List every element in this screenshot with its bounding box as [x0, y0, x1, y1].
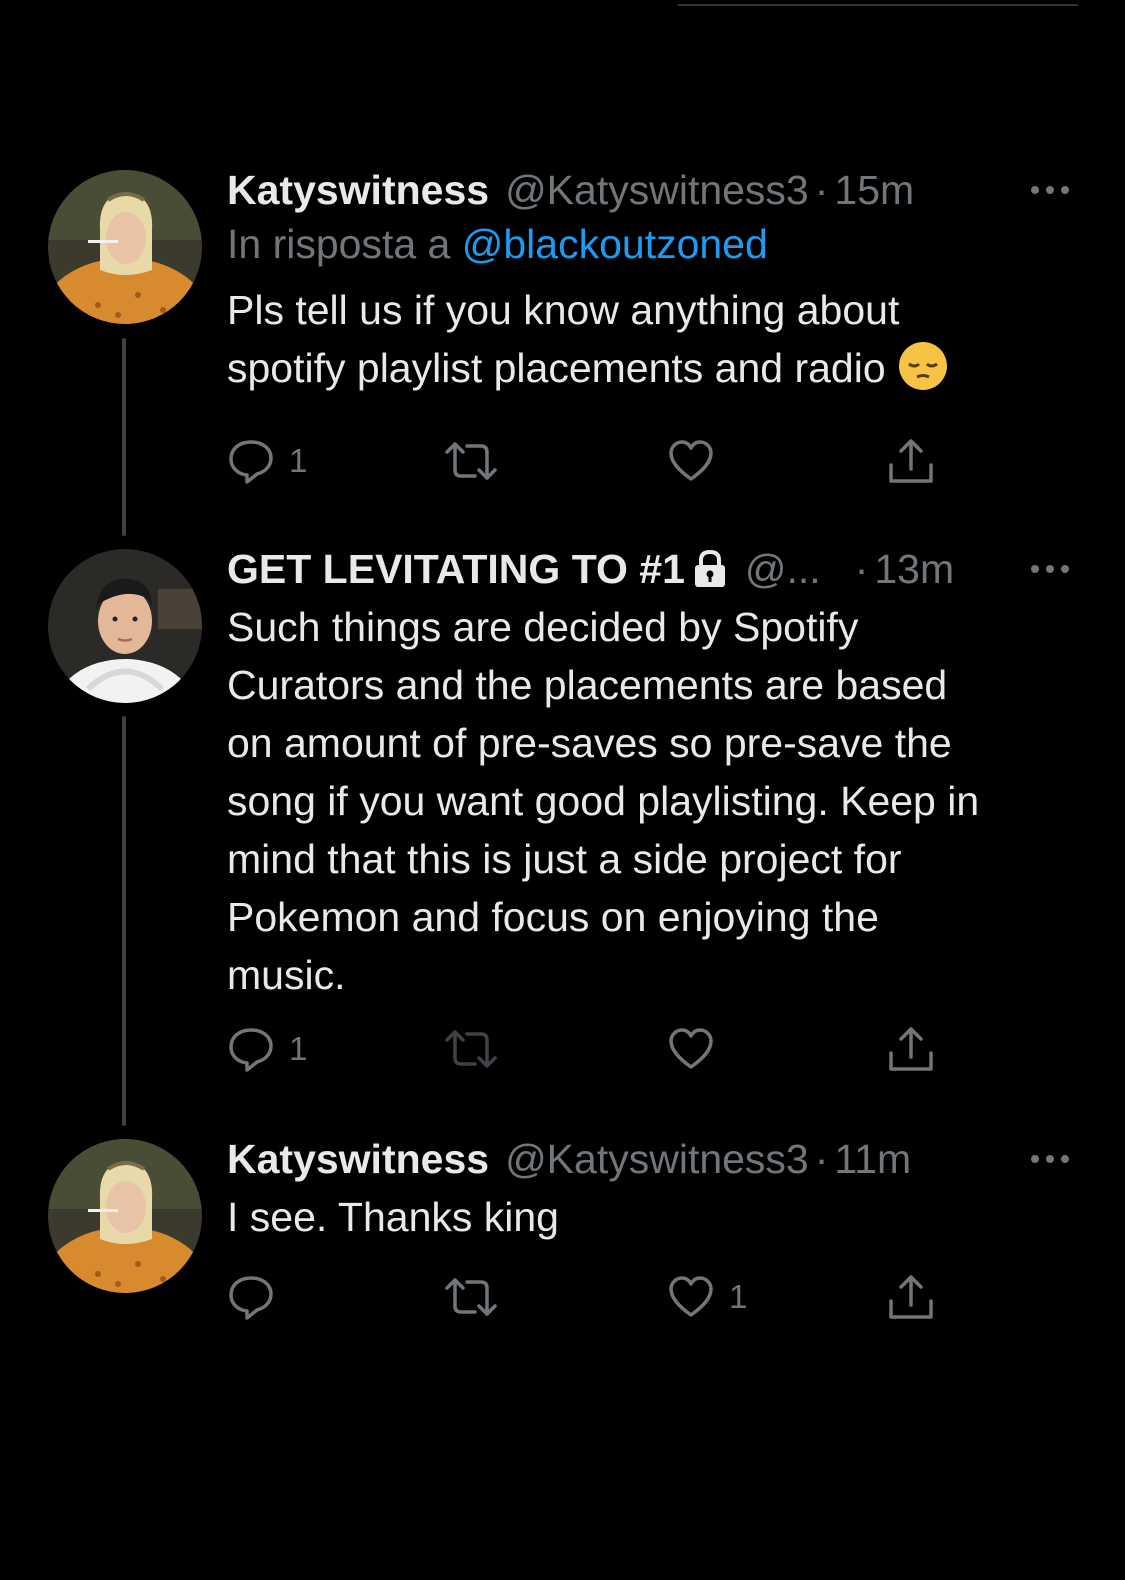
reply-mention-link[interactable]: @blackoutzoned [462, 221, 768, 267]
tweet-text-line: Pokemon and focus on enjoying the [227, 894, 879, 940]
share-icon [889, 439, 933, 483]
share-button[interactable] [887, 1272, 935, 1322]
reply-context: In risposta a @blackoutzoned [227, 215, 1070, 273]
share-icon [889, 1275, 933, 1319]
tweet-text: Such things are decided by Spotify Curat… [227, 598, 1070, 1004]
more-options-icon[interactable] [1022, 1134, 1070, 1184]
like-button[interactable] [667, 436, 715, 486]
retweet-button[interactable] [443, 1024, 499, 1074]
reply-prefix: In risposta a [227, 221, 451, 267]
avatar[interactable] [48, 1139, 202, 1293]
thread-line [122, 716, 126, 1126]
retweet-icon [445, 442, 497, 480]
like-button[interactable]: 1 [667, 1272, 747, 1322]
avatar[interactable] [48, 549, 202, 703]
separator-dot: · [854, 546, 869, 592]
more-options-icon[interactable] [1022, 165, 1070, 215]
reply-button[interactable] [227, 1272, 289, 1322]
tweet-text-line: music. [227, 952, 346, 998]
share-button[interactable] [887, 1024, 935, 1074]
display-name[interactable]: Katyswitness [227, 165, 489, 215]
tweet-actions: 1 [227, 436, 947, 486]
pensive-face-emoji [897, 340, 949, 392]
timestamp[interactable]: 13m [874, 544, 954, 594]
avatar[interactable] [48, 170, 202, 324]
timestamp[interactable]: 11m [834, 1134, 911, 1184]
tweet-header: GET LEVITATING TO #1 @... · 13m [227, 544, 1070, 594]
share-button[interactable] [887, 436, 935, 486]
retweet-icon [445, 1030, 497, 1068]
display-name[interactable]: Katyswitness [227, 1134, 489, 1184]
tweet-actions: 1 [227, 1024, 947, 1074]
reply-count: 1 [289, 442, 308, 479]
tweet-header: Katyswitness @Katyswitness3 · 11m [227, 1134, 1070, 1184]
share-icon [889, 1027, 933, 1071]
tweet-text-line: spotify playlist placements and radio [227, 339, 1070, 397]
reply-icon [229, 440, 273, 484]
timestamp[interactable]: 15m [834, 165, 914, 215]
reply-icon [229, 1276, 273, 1320]
retweet-icon [445, 1278, 497, 1316]
reply-button[interactable]: 1 [227, 1024, 307, 1074]
tweet-text-line: Pls tell us if you know anything about [227, 287, 900, 333]
heart-icon [669, 1028, 713, 1069]
tweet-actions: 1 [227, 1272, 947, 1322]
tweet-text-line: song if you want good playlisting. Keep … [227, 778, 980, 824]
tweet-text: Pls tell us if you know anything about s… [227, 281, 1070, 397]
tweet-header: Katyswitness @Katyswitness3 · 15m [227, 165, 1070, 215]
more-options-icon[interactable] [1022, 544, 1070, 594]
separator-dot: · [814, 167, 829, 213]
user-handle[interactable]: @... [745, 544, 821, 594]
like-button[interactable] [667, 1024, 715, 1074]
reply-icon [229, 1028, 273, 1072]
tweet-text-line: on amount of pre-saves so pre-save the [227, 720, 952, 766]
like-count: 1 [729, 1278, 748, 1315]
retweet-button[interactable] [443, 1272, 499, 1322]
heart-icon [669, 1276, 713, 1317]
tweet-text-line: I see. Thanks king [227, 1194, 559, 1240]
reply-count: 1 [289, 1030, 308, 1067]
heart-icon [669, 440, 713, 481]
retweet-button[interactable] [443, 436, 499, 486]
display-name[interactable]: GET LEVITATING TO #1 [227, 544, 685, 594]
reply-button[interactable]: 1 [227, 436, 307, 486]
user-handle[interactable]: @Katyswitness3 [505, 165, 809, 215]
lock-icon [691, 549, 729, 589]
separator-dot: · [814, 1136, 829, 1182]
tweet-text-line: mind that this is just a side project fo… [227, 836, 902, 882]
user-handle[interactable]: @Katyswitness3 [505, 1134, 809, 1184]
tweet-text-line: Such things are decided by Spotify [227, 604, 859, 650]
top-divider [678, 4, 1078, 6]
thread-line [122, 338, 126, 536]
tweet-text: I see. Thanks king [227, 1188, 1070, 1246]
tweet-text-line: Curators and the placements are based [227, 662, 948, 708]
